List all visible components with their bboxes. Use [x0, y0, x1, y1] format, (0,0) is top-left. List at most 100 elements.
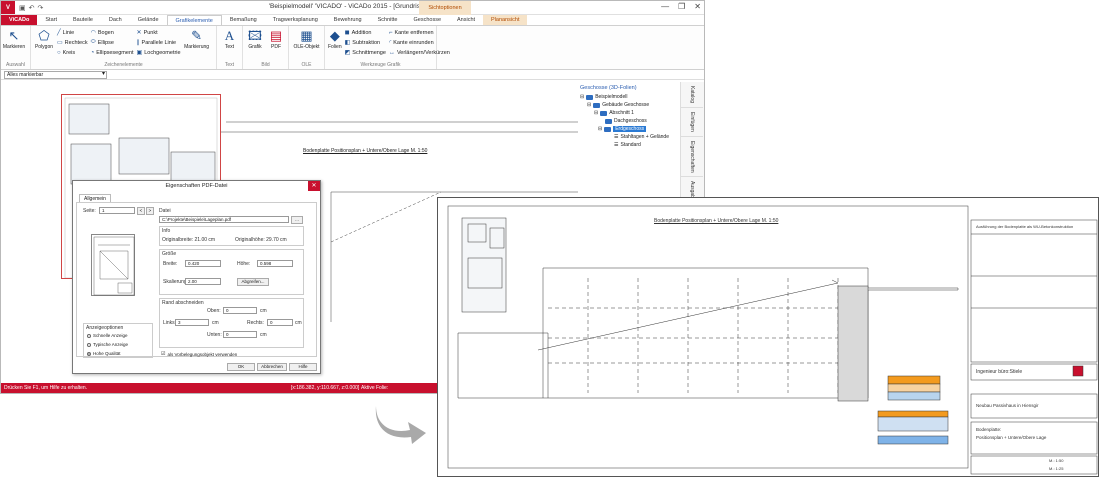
rechts-label: Rechts: [247, 320, 264, 326]
intersection-icon: ◩ [344, 50, 351, 56]
tree-node[interactable]: ⊟ Beispielmodell [578, 93, 682, 101]
rechts-input[interactable]: 0 [267, 319, 293, 326]
collapse-icon[interactable]: ⊟ [594, 110, 598, 116]
ole-objekt-button[interactable]: ▦ OLE-Objekt [292, 28, 321, 61]
vorbelegung-checkbox[interactable]: ☑ als Vorbelegungsobjekt verwenden [161, 351, 237, 357]
tree-node[interactable]: ☰ Standard [578, 141, 682, 149]
tab-bewehrung[interactable]: Beweh­rung [326, 15, 370, 25]
tab-schnitte[interactable]: Schnitte [370, 15, 406, 25]
pdf-button[interactable]: ▤ PDF [267, 28, 285, 61]
page-prev-button[interactable]: < [137, 207, 145, 215]
links-input[interactable]: 3 [175, 319, 209, 326]
text-button[interactable]: A Text [220, 28, 239, 61]
tree-node[interactable]: Dachgeschoss [578, 117, 682, 125]
radio-hoch[interactable]: Hohe Qualität [87, 351, 121, 356]
grafik-button[interactable]: 🖾 Grafik [246, 28, 264, 61]
markierung-button[interactable]: ✎ Markierung [184, 28, 210, 61]
tab-dach[interactable]: Dach [101, 15, 130, 25]
collapse-icon[interactable]: ⊟ [598, 126, 602, 132]
tree-node-selected[interactable]: ⊟ Erdgeschoss [578, 125, 682, 133]
tree-node[interactable]: ⊟ Gebäude Geschosse [578, 101, 682, 109]
breite-input[interactable]: 0.420 [185, 260, 221, 267]
ribbon: ↖ Markieren Auswahl ⬠ Polygon ╱ Linie ▭ Re… [1, 26, 704, 70]
ellipse-button[interactable]: ⬭ Ellipse [91, 38, 134, 47]
close-icon[interactable]: ✕ [694, 2, 701, 11]
kante-einrunden-button[interactable]: ◜ Kante einrunden [389, 38, 450, 47]
output-plan-sheet: Bodenplatte Positionsplan + Untere/Obere… [437, 197, 1099, 477]
dialog-close-icon[interactable]: ✕ [308, 181, 320, 191]
tab-gelaende[interactable]: Gelände [130, 15, 167, 25]
page-next-button[interactable]: > [146, 207, 154, 215]
linie-button[interactable]: ╱ Linie [57, 28, 88, 37]
rechts-unit: cm [295, 320, 302, 326]
ribbon-tabs: ViCADo Start Bauteile Dach Gelände Grafi… [1, 15, 704, 26]
cancel-button[interactable]: Abbrechen [257, 363, 287, 371]
tab-planansicht[interactable]: Planansicht [483, 15, 528, 25]
skalierung-input[interactable]: 2.00 [185, 278, 221, 285]
bogen-button[interactable]: ◠ Bogen [91, 28, 134, 37]
radio-schnell[interactable]: Schnelle Anzeige [87, 333, 128, 338]
unten-input[interactable]: 0 [223, 331, 257, 338]
addition-button[interactable]: ◼ Addition [345, 28, 386, 37]
tree-node[interactable]: ☰ Stahltagen + Gelände [578, 133, 682, 141]
tab-bauteile[interactable]: Bauteile [65, 15, 101, 25]
tab-tragwerksplanung[interactable]: Tragwerksplanung [265, 15, 326, 25]
collapse-icon[interactable]: ⊟ [580, 94, 584, 100]
minimize-icon[interactable]: — [661, 2, 669, 11]
verlaengern-button[interactable]: ↔ Verlängern/Verkürzen [389, 48, 450, 57]
layers-icon: ◆ [329, 28, 340, 43]
checkbox-checked-icon: ☑ [161, 351, 166, 357]
folien-button[interactable]: ◆ Folien [328, 28, 342, 61]
links-unit: cm [212, 320, 219, 326]
dialog-title: Eigenschaften PDF-Datei ✕ [73, 181, 320, 192]
sidetab-eigenschaften[interactable]: Eigenschaften [681, 137, 703, 178]
addition-icon: ◼ [344, 30, 350, 36]
subtraktion-button[interactable]: ◧ Subtraktion [345, 38, 386, 47]
oben-label: Oben: [207, 308, 221, 314]
abgreifen-button[interactable]: Abgreifen... [237, 278, 269, 286]
help-button[interactable]: Hilfe [289, 363, 317, 371]
tab-geschosse[interactable]: Geschosse [405, 15, 449, 25]
circle-icon: ○ [57, 49, 61, 56]
datei-input[interactable]: C:\Projekte\Beispiele\Lageplan.pdf [159, 216, 289, 223]
oben-input[interactable]: 0 [223, 307, 257, 314]
parallele-linie-button[interactable]: ∥ Parallele Linie [137, 38, 181, 47]
punkt-button[interactable]: ✕ Punkt [137, 28, 181, 37]
selection-filter-dropdown[interactable]: Alles markierbar [4, 70, 107, 79]
group-text: A Text Text [217, 26, 243, 69]
sidetab-katalog[interactable]: Katalog [681, 82, 703, 108]
plan-box-header: Ausführung der Bodenplatte als WU-Betonk… [976, 224, 1074, 229]
hoehe-input[interactable]: 0.598 [257, 260, 293, 267]
polygon-button[interactable]: ⬠ Polygon [34, 28, 54, 61]
ellipsesegment-button[interactable]: ◔ Ellipsesegment [91, 48, 134, 57]
groesse-group [159, 249, 304, 295]
collapse-icon[interactable]: ⊟ [587, 102, 591, 108]
ellipse-segment-icon: ◔ [90, 49, 95, 56]
sidetab-einfuegen[interactable]: Einfügen [681, 108, 703, 137]
tab-grafikelemente[interactable]: Grafikelemente [166, 15, 222, 25]
tree-node[interactable]: ⊟ Abschnitt 1 [578, 109, 682, 117]
lochgeometrie-button[interactable]: ▣ Lochgeometrie [137, 48, 181, 57]
rechteck-button[interactable]: ▭ Rechteck [57, 38, 88, 47]
tab-file[interactable]: ViCADo [1, 15, 38, 25]
seite-input[interactable]: 1 [99, 207, 135, 214]
browse-button[interactable]: ... [291, 216, 303, 224]
line-icon: ╱ [57, 30, 61, 36]
tab-start[interactable]: Start [37, 15, 65, 25]
draw-col-2: ◠ Bogen ⬭ Ellipse ◔ Ellipsesegment [91, 28, 134, 61]
ellipse-icon: ⬭ [90, 39, 96, 45]
ok-button[interactable]: OK [227, 363, 255, 371]
tab-ansicht[interactable]: Ansicht [449, 15, 483, 25]
hoehe-label: Höhe: [237, 261, 251, 267]
kreis-button[interactable]: ○ Kreis [57, 48, 88, 57]
markieren-button[interactable]: ↖ Markieren [3, 28, 25, 61]
schnittmenge-button[interactable]: ◩ Schnittmenge [345, 48, 386, 57]
tab-bemassung[interactable]: Bemaßung [222, 15, 265, 25]
radio-typisch[interactable]: Typische Anzeige [87, 342, 128, 347]
layer-icon: ☰ [614, 142, 619, 148]
storey-tree: Geschosse (3D-Folien) ⊟ Beispielmodell ⊟ G… [578, 82, 682, 202]
kante-entfernen-button[interactable]: ⌐ Kante entfernen [389, 28, 450, 37]
info-group [159, 226, 304, 246]
folder-icon [600, 110, 608, 116]
maximize-icon[interactable]: ❐ [678, 2, 685, 11]
